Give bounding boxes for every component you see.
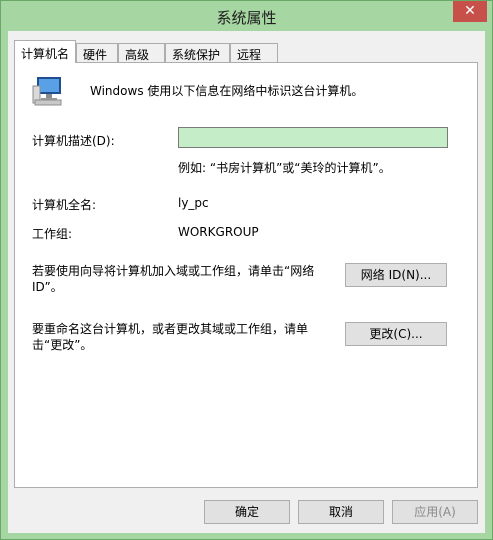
network-id-button[interactable]: 网络 ID(N)... xyxy=(345,263,447,287)
intro-text: Windows 使用以下信息在网络中标识这台计算机。 xyxy=(90,84,364,98)
change-button[interactable]: 更改(C)... xyxy=(345,322,447,346)
tab-hardware[interactable]: 硬件 xyxy=(76,43,118,62)
description-input[interactable] xyxy=(178,127,448,148)
dialog-client: 计算机名 硬件 高级 系统保护 远程 Windows 使用以下信息在网络中标识这… xyxy=(8,31,485,533)
rename-text: 要重命名这台计算机，或者更改其域或工作组，请单击“更改”。 xyxy=(32,322,309,352)
computer-icon xyxy=(31,74,65,108)
workgroup-value: WORKGROUP xyxy=(178,225,259,239)
computer-name-panel: Windows 使用以下信息在网络中标识这台计算机。 计算机描述(D): 例如:… xyxy=(14,62,478,488)
network-id-text: 若要使用向导将计算机加入域或工作组，请单击“网络 ID”。 xyxy=(32,264,315,294)
tab-advanced[interactable]: 高级 xyxy=(118,43,165,62)
tab-computer-name[interactable]: 计算机名 xyxy=(14,40,76,63)
workgroup-label: 工作组: xyxy=(32,227,73,241)
close-button[interactable]: ✕ xyxy=(453,1,487,22)
window-title: 系统属性 xyxy=(216,9,277,27)
title-bar[interactable]: 系统属性 ✕ xyxy=(1,1,492,31)
description-example: 例如: “书房计算机”或“美玲的计算机”。 xyxy=(178,161,391,175)
tab-remote[interactable]: 远程 xyxy=(230,43,278,62)
description-label: 计算机描述(D): xyxy=(32,134,115,148)
cancel-button[interactable]: 取消 xyxy=(298,500,384,524)
tab-system-protection[interactable]: 系统保护 xyxy=(165,43,230,62)
ok-button[interactable]: 确定 xyxy=(204,500,290,524)
apply-button[interactable]: 应用(A) xyxy=(392,500,478,524)
full-name-value: ly_pc xyxy=(178,196,209,210)
system-properties-window: 系统属性 ✕ 计算机名 硬件 高级 系统保护 远程 Windows 使用以下信息… xyxy=(0,0,493,540)
full-name-label: 计算机全名: xyxy=(32,198,97,212)
close-icon: ✕ xyxy=(464,3,476,19)
